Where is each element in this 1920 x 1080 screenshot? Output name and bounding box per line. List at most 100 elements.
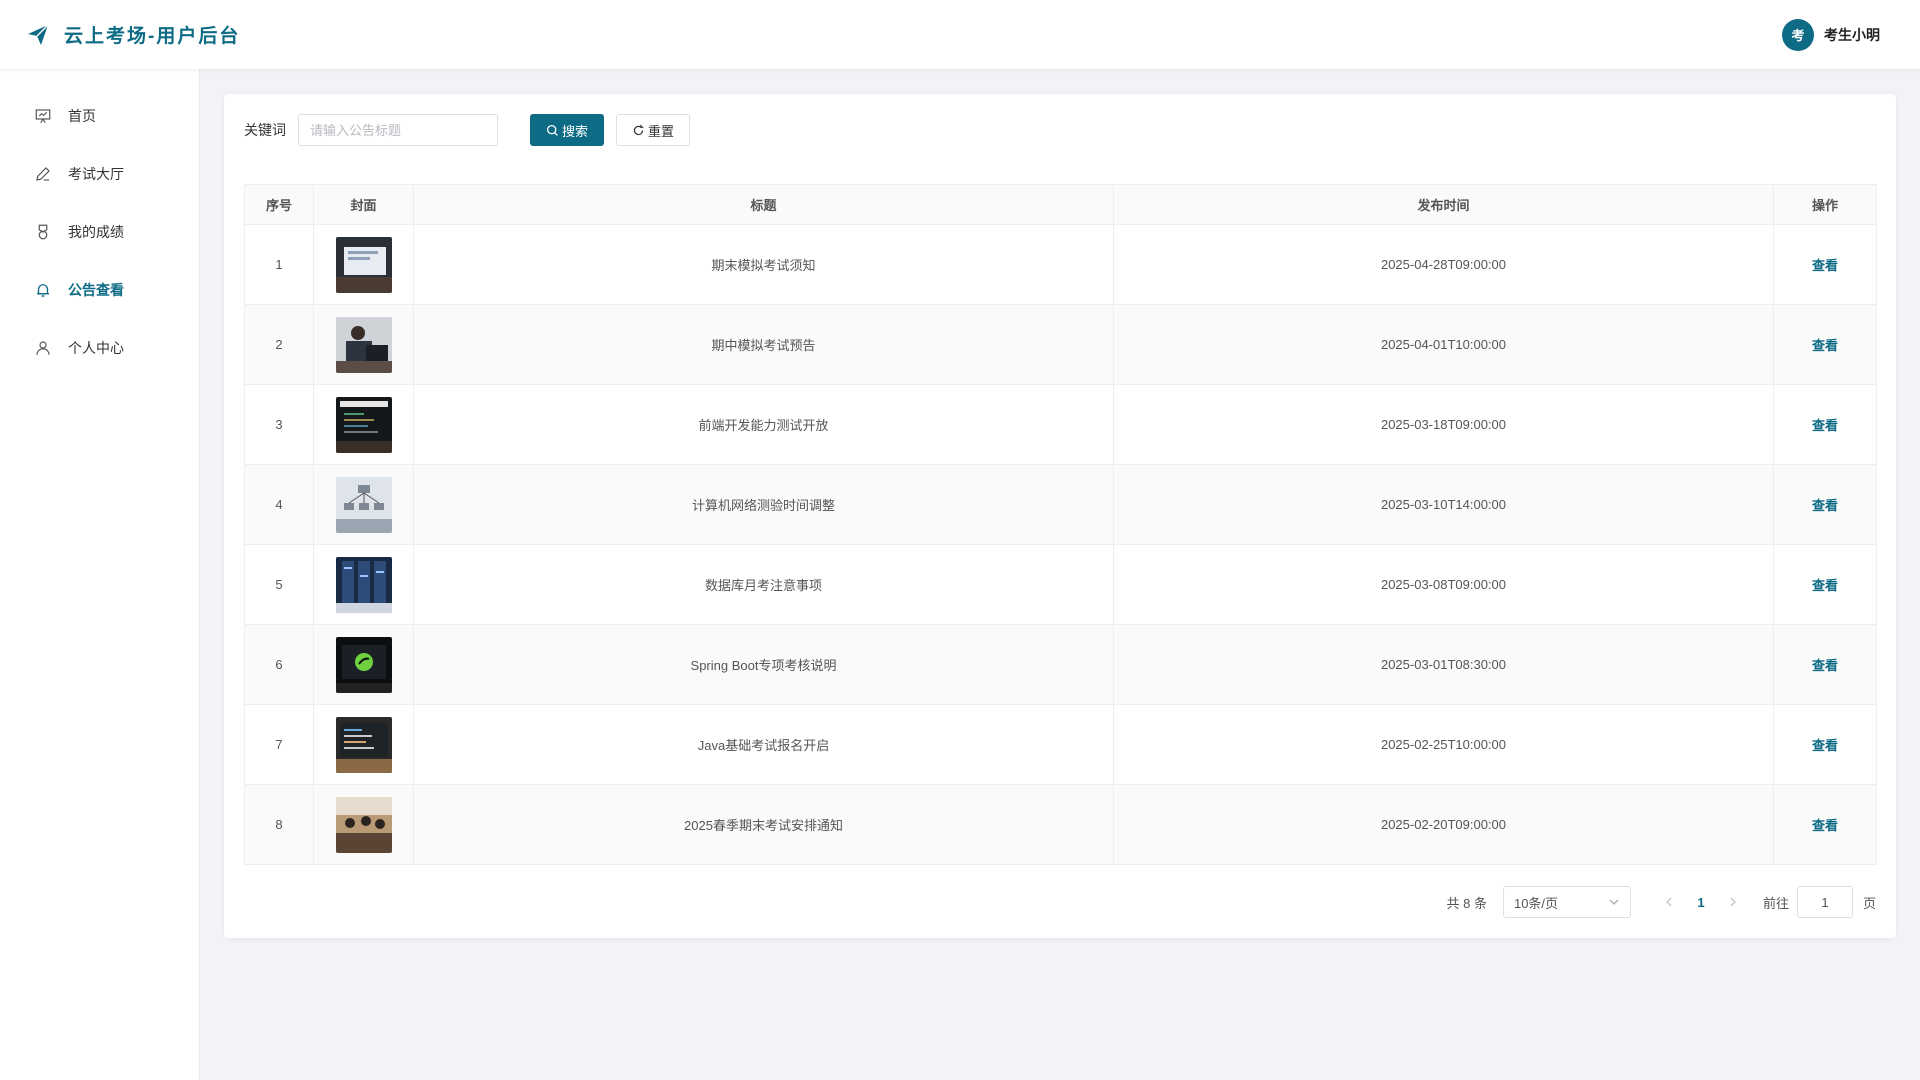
sidebar-item-label: 个人中心 (68, 340, 124, 356)
row-time: 2025-03-18T09:00:00 (1113, 384, 1774, 465)
table-header-row: 序号 封面 标题 发布时间 操作 (244, 184, 1877, 225)
avatar[interactable]: 考 (1782, 18, 1814, 51)
reset-button[interactable]: 重置 (616, 114, 690, 146)
cover-image (335, 716, 392, 773)
username[interactable]: 考生小明 (1824, 25, 1880, 45)
column-header-action: 操作 (1773, 184, 1877, 225)
sidebar-item-label: 我的成绩 (68, 224, 124, 240)
row-time: 2025-02-25T10:00:00 (1113, 704, 1774, 785)
table-row: 3 前端开发能力测试开放 2025-03-18T09:00:00 查看 (244, 384, 1877, 465)
column-header-time: 发布时间 (1113, 184, 1774, 225)
cover-cell (313, 624, 414, 705)
sidebar-item-label: 公告查看 (68, 282, 124, 298)
view-link[interactable]: 查看 (1812, 578, 1838, 593)
row-index: 5 (244, 544, 314, 625)
cover-cell (313, 384, 414, 465)
cover-image (335, 636, 392, 693)
view-link[interactable]: 查看 (1812, 738, 1838, 753)
refresh-icon (633, 124, 644, 135)
view-link[interactable]: 查看 (1812, 258, 1838, 273)
table-row: 7 Java基础考试报名开启 2025-02-25T10:00:00 查看 (244, 704, 1877, 785)
page-unit-label: 页 (1862, 895, 1876, 911)
row-index: 6 (244, 624, 314, 705)
cover-cell (313, 784, 414, 865)
app-title: 云上考场-用户后台 (64, 26, 241, 47)
row-time: 2025-03-10T14:00:00 (1113, 464, 1774, 545)
sidebar-item-my-scores[interactable]: 我的成绩 (0, 203, 199, 261)
view-link[interactable]: 查看 (1812, 818, 1838, 833)
view-link[interactable]: 查看 (1812, 418, 1838, 433)
search-button[interactable]: 搜索 (530, 114, 604, 146)
chevron-left-icon (1666, 897, 1672, 907)
row-title: Java基础考试报名开启 (413, 704, 1114, 785)
keyword-label: 关键词 (244, 122, 286, 138)
page-size-value: 10条/页 (1513, 895, 1559, 911)
view-link[interactable]: 查看 (1812, 338, 1838, 353)
page-number-current[interactable]: 1 (1683, 895, 1719, 910)
medal-icon (34, 223, 52, 241)
prev-page-button[interactable] (1655, 896, 1683, 908)
next-page-button[interactable] (1719, 896, 1747, 908)
row-index: 8 (244, 784, 314, 865)
sidebar: 首页 考试大厅 我的成绩 公告查看 个人中心 (0, 69, 200, 1080)
table-row: 2 期中模拟考试预告 2025-04-01T10:00:00 查看 (244, 304, 1877, 385)
announcement-panel: 关键词 搜索 重置 序号 封面 标题 发布时间 操作 1 (224, 94, 1896, 938)
sidebar-item-label: 首页 (68, 108, 96, 124)
sidebar-item-exam-hall[interactable]: 考试大厅 (0, 145, 199, 203)
table-row: 8 2025春季期末考试安排通知 2025-02-20T09:00:00 查看 (244, 784, 1877, 865)
row-time: 2025-04-01T10:00:00 (1113, 304, 1774, 385)
chevron-right-icon (1730, 897, 1736, 907)
cover-cell (313, 704, 414, 785)
view-link[interactable]: 查看 (1812, 498, 1838, 513)
column-header-index: 序号 (244, 184, 314, 225)
row-time: 2025-04-28T09:00:00 (1113, 224, 1774, 305)
user-icon (34, 339, 52, 357)
view-link[interactable]: 查看 (1812, 658, 1838, 673)
reset-button-label: 重置 (647, 123, 674, 139)
table-row: 4 计算机网络测验时间调整 2025-03-10T14:00:00 查看 (244, 464, 1877, 545)
table-row: 5 数据库月考注意事项 2025-03-08T09:00:00 查看 (244, 544, 1877, 625)
pen-icon (34, 165, 52, 183)
row-index: 3 (244, 384, 314, 465)
announcement-table: 序号 封面 标题 发布时间 操作 1 期末模拟考试须知 2025-04-28T0… (244, 184, 1877, 865)
row-title: 期中模拟考试预告 (413, 304, 1114, 385)
cover-cell (313, 224, 414, 305)
top-header: 云上考场-用户后台 考 考生小明 (0, 0, 1920, 69)
search-toolbar: 关键词 搜索 重置 (244, 114, 1876, 146)
cover-cell (313, 464, 414, 545)
column-header-title: 标题 (413, 184, 1114, 225)
row-title: Spring Boot专项考核说明 (413, 624, 1114, 705)
paper-plane-icon (26, 23, 50, 47)
goto-page-input[interactable] (1796, 886, 1853, 918)
row-title: 2025春季期末考试安排通知 (413, 784, 1114, 865)
row-index: 1 (244, 224, 314, 305)
row-index: 2 (244, 304, 314, 385)
table-row: 6 Spring Boot专项考核说明 2025-03-01T08:30:00 … (244, 624, 1877, 705)
cover-image (335, 236, 392, 293)
search-input[interactable] (298, 114, 498, 146)
cover-cell (313, 544, 414, 625)
sidebar-item-home[interactable]: 首页 (0, 87, 199, 145)
pagination: 共 8 条 10条/页 1 前往 页 (1446, 886, 1876, 918)
user-menu[interactable]: 考 考生小明 (1782, 18, 1880, 51)
table-row: 1 期末模拟考试须知 2025-04-28T09:00:00 查看 (244, 224, 1877, 305)
row-time: 2025-02-20T09:00:00 (1113, 784, 1774, 865)
search-button-label: 搜索 (561, 123, 588, 139)
row-index: 7 (244, 704, 314, 785)
goto-label: 前往 (1762, 895, 1789, 911)
page-size-select[interactable]: 10条/页 (1502, 886, 1631, 918)
bell-icon (34, 281, 52, 299)
row-index: 4 (244, 464, 314, 545)
row-title: 计算机网络测验时间调整 (413, 464, 1114, 545)
total-count: 共 8 条 (1446, 895, 1487, 911)
row-title: 前端开发能力测试开放 (413, 384, 1114, 465)
cover-image (335, 796, 392, 853)
row-title: 数据库月考注意事项 (413, 544, 1114, 625)
sidebar-item-announcements[interactable]: 公告查看 (0, 261, 199, 319)
row-time: 2025-03-08T09:00:00 (1113, 544, 1774, 625)
sidebar-item-profile[interactable]: 个人中心 (0, 319, 199, 377)
row-time: 2025-03-01T08:30:00 (1113, 624, 1774, 705)
brand[interactable]: 云上考场-用户后台 (26, 21, 240, 48)
chevron-down-icon (1609, 899, 1619, 905)
cover-image (335, 396, 392, 453)
